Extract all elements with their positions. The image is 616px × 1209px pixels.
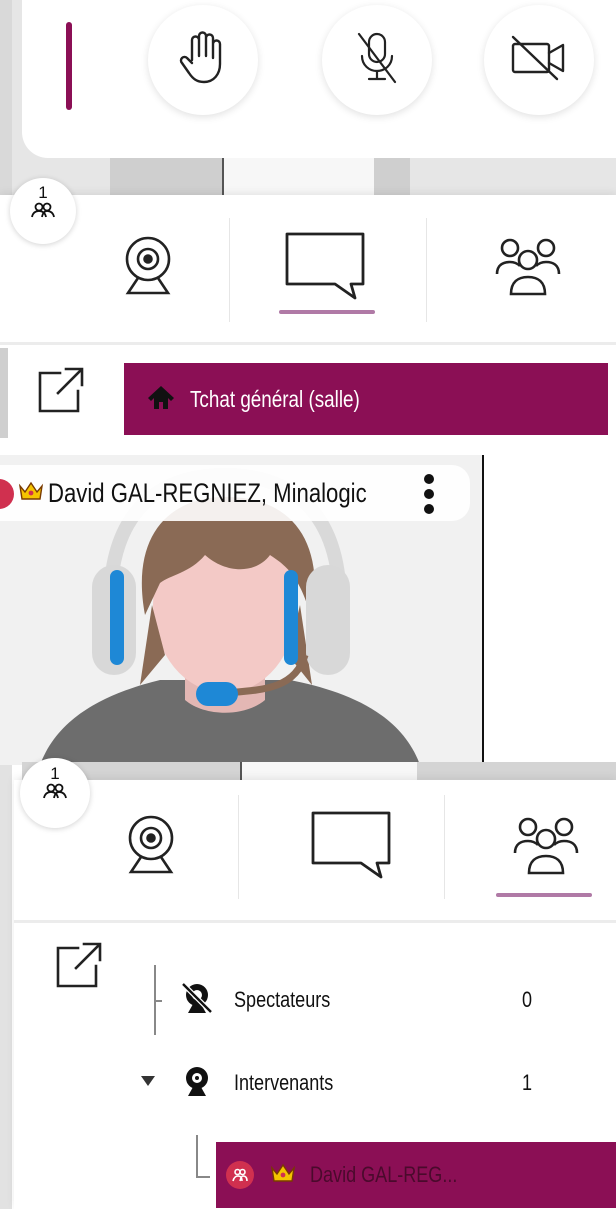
participant-count: 1 <box>38 183 48 202</box>
tab-chat[interactable] <box>270 218 380 318</box>
chat-icon <box>283 230 367 307</box>
group-label: Spectateurs <box>234 987 331 1012</box>
users-icon <box>511 813 581 882</box>
mic-off-icon <box>355 30 399 91</box>
group-speakers[interactable]: Intervenants 1 <box>140 1058 580 1108</box>
users-icon <box>493 234 563 303</box>
more-options-icon[interactable] <box>422 472 436 516</box>
tab-webcam[interactable] <box>96 797 206 897</box>
webcam-icon <box>180 1064 214 1103</box>
selected-user-name: David GAL-REG... <box>310 1162 458 1187</box>
tab-chat-underline <box>279 310 375 314</box>
people-icon <box>41 783 69 803</box>
tree-line <box>154 1000 162 1002</box>
crown-icon <box>270 1162 296 1189</box>
participant-count: 1 <box>50 764 60 783</box>
user-status-dot <box>0 479 14 509</box>
raise-hand-button[interactable] <box>148 5 258 115</box>
left-shadow-strip <box>0 348 8 438</box>
slide-fragment-doc <box>222 158 374 198</box>
webcam-icon <box>121 812 181 883</box>
user-avatar-icon <box>226 1161 254 1189</box>
panel-separator <box>0 342 616 345</box>
popout-button[interactable] <box>34 365 86 417</box>
accent-bar <box>66 22 72 110</box>
participant-count-badge[interactable]: 1 <box>10 178 76 244</box>
camera-button[interactable] <box>484 5 594 115</box>
hand-icon <box>178 30 228 91</box>
selected-user-row[interactable]: David GAL-REG... <box>216 1142 616 1208</box>
external-link-icon <box>52 942 104 996</box>
tab-webcam[interactable] <box>88 218 208 318</box>
participant-name: David GAL-REGNIEZ, Minalogic <box>48 477 367 508</box>
crown-icon <box>18 480 44 507</box>
panel2-left-strip <box>0 765 12 1209</box>
video-side <box>484 455 616 765</box>
tab-participants-underline <box>496 893 592 897</box>
room-chat-label: Tchat général (salle) <box>190 385 360 412</box>
tab-participants[interactable] <box>478 218 578 318</box>
popout-button[interactable] <box>52 940 104 992</box>
webcam-icon <box>118 233 178 304</box>
tab-chat[interactable] <box>296 797 406 897</box>
external-link-icon <box>34 367 86 421</box>
tab-divider <box>444 795 445 899</box>
chat-icon <box>309 809 393 886</box>
camera-off-icon <box>509 35 569 86</box>
group-count: 1 <box>522 1070 533 1095</box>
home-icon <box>146 384 176 415</box>
webcam-off-icon <box>180 981 220 1020</box>
people-icon <box>29 202 57 222</box>
tab-divider <box>238 795 239 899</box>
panel-separator <box>14 920 616 923</box>
group-label: Intervenants <box>234 1070 334 1095</box>
tree-line <box>196 1176 210 1178</box>
tab-divider <box>426 218 427 322</box>
participant-count-badge[interactable]: 1 <box>20 758 90 828</box>
caret-down-icon[interactable] <box>140 1074 180 1092</box>
tree-line <box>196 1135 198 1177</box>
video-tile: David GAL-REGNIEZ, Minalogic <box>0 455 484 765</box>
group-spectators[interactable]: Spectateurs 0 <box>180 975 580 1025</box>
tab-participants[interactable] <box>496 797 596 897</box>
tab-divider <box>229 218 230 322</box>
room-chat-tab[interactable]: Tchat général (salle) <box>124 363 608 435</box>
group-count: 0 <box>522 987 533 1012</box>
participant-name-tag: David GAL-REGNIEZ, Minalogic <box>0 465 470 521</box>
toolbar-left-strip <box>0 0 12 210</box>
microphone-button[interactable] <box>322 5 432 115</box>
